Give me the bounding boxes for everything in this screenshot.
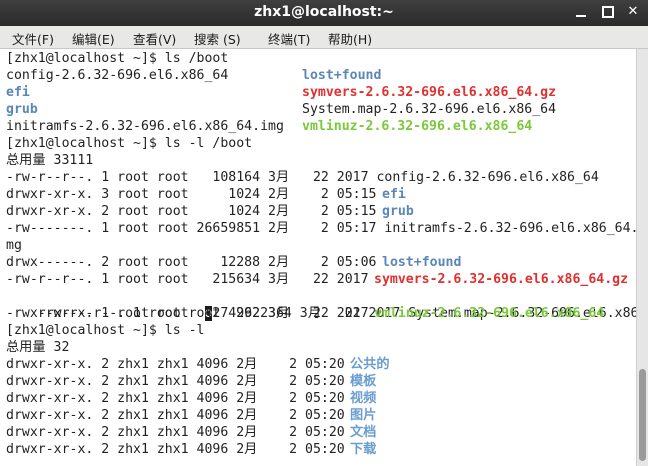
archive-name: symvers-2.6.32-696.el6.x86_64.gz [374, 272, 629, 287]
file-name: System.map-2.6.32-696.el6.x86_64 [302, 102, 557, 117]
listing-prefix: -rwxr-xr-x. 1 root root 4274992 3月 22 20… [6, 306, 369, 321]
window-titlebar[interactable]: zhx1@localhost:~ ✕ [0, 0, 648, 26]
terminal-line: -rw-r--r--. 1 root root 2622364 3月 22 20… [6, 288, 636, 321]
listing-prefix: drwxr-xr-x. 2 zhx1 zhx1 4096 2月 2 05:20 [6, 442, 345, 457]
dir-name: grub [382, 204, 414, 219]
executable-name: vmlinuz-2.6.32-696.el6.x86_64 [302, 119, 533, 134]
window-title: zhx1@localhost:~ [254, 4, 394, 20]
terminal-line: 总用量 33111 [6, 153, 94, 168]
terminal-line: grub System.map-2.6.32-696.el6.x86_64 [6, 101, 556, 118]
dir-name: 模板 [350, 374, 377, 389]
terminal-line: -rw-------. 1 root root 26659851 2月 2 05… [6, 221, 636, 236]
terminal-line: efi symvers-2.6.32-696.el6.x86_64.gz [6, 84, 556, 101]
terminal-line: -rw-r--r--. 1 root root 108164 3月 22 201… [6, 170, 599, 185]
terminal-line: initramfs-2.6.32-696.el6.x86_64.img vmli… [6, 118, 532, 135]
terminal-line: drwxr-xr-x. 2 zhx1 zhx1 4096 2月 2 05:20 … [6, 373, 376, 390]
terminal-line: drwxr-xr-x. 2 root root 1024 2月 2 05:15 … [6, 203, 414, 220]
menu-edit[interactable]: 编辑(E) [72, 29, 115, 48]
terminal-line: drwxr-xr-x. 2 zhx1 zhx1 4096 2月 2 05:20 … [6, 424, 376, 441]
dir-name: 视频 [350, 391, 377, 406]
terminal-line: 总用量 32 [6, 340, 70, 355]
terminal-line: -rwxr-xr-x. 1 root root 4274992 3月 22 20… [6, 305, 604, 322]
dir-name: grub [6, 102, 38, 117]
executable-name: vmlinuz-2.6.32-696.el6.x86_64 [374, 306, 605, 321]
close-button[interactable]: ✕ [624, 3, 642, 21]
menu-file[interactable]: 文件(F) [12, 29, 54, 48]
maximize-button[interactable] [598, 3, 616, 21]
terminal-line: drwxr-xr-x. 2 zhx1 zhx1 4096 2月 2 05:20 … [6, 390, 376, 407]
minimize-icon [576, 15, 586, 17]
terminal-output[interactable]: [zhx1@localhost ~]$ ls /boot config-2.6.… [0, 49, 636, 466]
dir-name: 图片 [350, 408, 377, 423]
minimize-button[interactable] [572, 3, 590, 21]
terminal-line: config-2.6.32-696.el6.x86_64 lost+found [6, 67, 381, 84]
dir-name: 文档 [350, 425, 377, 440]
listing-prefix: drwxr-xr-x. 2 zhx1 zhx1 4096 2月 2 05:20 [6, 357, 345, 372]
menu-search[interactable]: 搜索 (S) [194, 29, 241, 48]
dir-name: 下载 [350, 442, 377, 457]
terminal-line: [zhx1@localhost ~]$ ls /boot [6, 51, 229, 66]
listing-prefix: drwxr-xr-x. 3 root root 1024 2月 2 05:15 [6, 187, 377, 202]
terminal-line: drwxr-xr-x. 2 zhx1 zhx1 4096 2月 2 05:20 … [6, 356, 390, 373]
terminal-line: [zhx1@localhost ~]$ ls -l /boot [6, 136, 253, 151]
listing-prefix: drwxr-xr-x. 2 zhx1 zhx1 4096 2月 2 05:20 [6, 408, 345, 423]
terminal-line: drwxr-xr-x. 2 zhx1 zhx1 4096 2月 2 05:20 … [6, 407, 376, 424]
dir-name: lost+found [382, 255, 462, 270]
scrollbar-thumb[interactable] [639, 369, 646, 461]
menu-terminal[interactable]: 终端(T) [268, 29, 310, 48]
archive-name: symvers-2.6.32-696.el6.x86_64.gz [302, 85, 557, 100]
listing-prefix: -rw-r--r--. 1 root root 215634 3月 22 201… [6, 272, 369, 287]
menubar: 文件(F) 编辑(E) 查看(V) 搜索 (S) 终端(T) 帮助(H) [0, 26, 648, 49]
menu-view[interactable]: 查看(V) [133, 29, 176, 48]
listing-prefix: drwx------. 2 root root 12288 2月 2 05:06 [6, 255, 377, 270]
file-name: config-2.6.32-696.el6.x86_64 [6, 68, 229, 83]
terminal-line: mg [6, 238, 22, 253]
terminal-line: -rw-r--r--. 1 root root 215634 3月 22 201… [6, 271, 628, 288]
terminal-line: drwxr-xr-x. 3 root root 1024 2月 2 05:15 … [6, 186, 406, 203]
close-icon: ✕ [627, 4, 639, 19]
terminal-line: drwx------. 2 root root 12288 2月 2 05:06… [6, 254, 461, 271]
terminal-scrollbar[interactable] [636, 49, 648, 466]
dir-name: efi [6, 85, 30, 100]
menu-help[interactable]: 帮助(H) [328, 29, 372, 48]
listing-prefix: drwxr-xr-x. 2 zhx1 zhx1 4096 2月 2 05:20 [6, 425, 345, 440]
maximize-icon [602, 6, 614, 18]
file-name: initramfs-2.6.32-696.el6.x86_64.img [6, 119, 284, 134]
dir-name: efi [382, 187, 406, 202]
listing-prefix: drwxr-xr-x. 2 zhx1 zhx1 4096 2月 2 05:20 [6, 391, 345, 406]
dir-name: lost+found [302, 68, 382, 83]
dir-name: 公共的 [350, 357, 390, 372]
terminal-line: drwxr-xr-x. 2 zhx1 zhx1 4096 2月 2 05:20 … [6, 441, 376, 458]
terminal-line: [zhx1@localhost ~]$ ls -l [6, 323, 205, 338]
listing-prefix: drwxr-xr-x. 2 root root 1024 2月 2 05:15 [6, 204, 377, 219]
listing-prefix: drwxr-xr-x. 2 zhx1 zhx1 4096 2月 2 05:20 [6, 374, 345, 389]
